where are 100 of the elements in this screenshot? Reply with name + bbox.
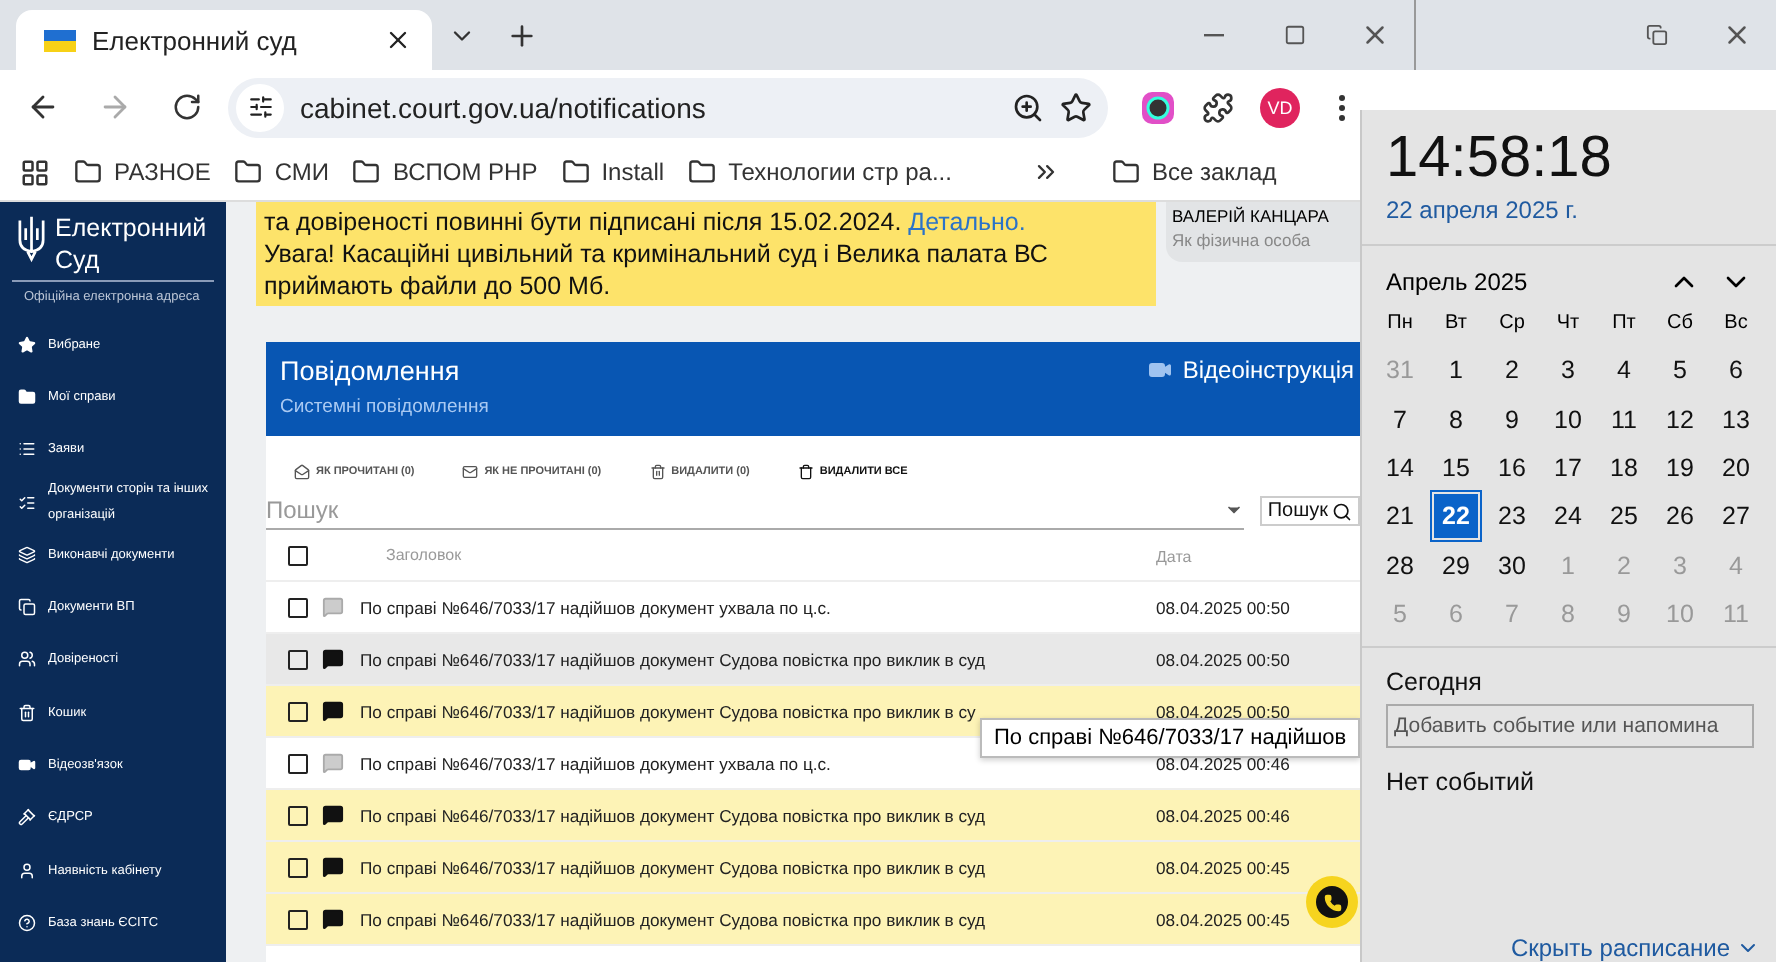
- extension-icon[interactable]: [1140, 89, 1176, 125]
- calendar-day[interactable]: 16: [1490, 445, 1534, 490]
- bookmark-folder[interactable]: Технологии стр ра...: [688, 158, 952, 186]
- folder-icon: [352, 158, 381, 186]
- row-checkbox[interactable]: [288, 753, 308, 773]
- notification-title: По справі №646/7033/17 надійшов документ Судова повістка про виклик в суд: [360, 805, 986, 825]
- notification-row[interactable]: По справі №646/7033/17 надійшов документ Судова повістка про виклик в суд 08.04.2025 00:46: [266, 790, 1360, 842]
- notification-date: 08.04.2025 00:50: [1156, 649, 1292, 669]
- address-bar[interactable]: cabinet.court.gov.ua/notifications: [228, 77, 1108, 137]
- warning-text: Увага! Касаційні цивільний та кримінальний суд і Велика палата ВС приймають файли до 500 Мб.: [264, 238, 1050, 302]
- calendar-day[interactable]: 19: [1658, 445, 1702, 490]
- bookmark-folder[interactable]: Install: [561, 158, 665, 186]
- notification-title: По справі №646/7033/17 надійшов документ Судова повістка про виклик в суд: [360, 909, 986, 929]
- calendar-day[interactable]: 21: [1378, 494, 1422, 539]
- notification-title: По справі №646/7033/17 надійшов документ ухвала по ц.с.: [360, 753, 831, 773]
- panel-subtitle: Системні повідомлення: [280, 396, 489, 418]
- gavel-icon: [18, 808, 36, 827]
- bookmark-star-icon: [1060, 91, 1092, 123]
- calendar-day[interactable]: 9: [1490, 397, 1534, 442]
- calendar-day[interactable]: 11: [1602, 397, 1646, 442]
- calendar-day[interactable]: 26: [1658, 494, 1702, 539]
- maximize-icon: [1283, 24, 1305, 46]
- plus-icon: [506, 19, 538, 51]
- star-icon: [18, 335, 36, 354]
- calendar-day[interactable]: 5: [1658, 348, 1702, 393]
- layers-icon: [18, 545, 36, 564]
- search-icon: [1332, 501, 1352, 521]
- profile-avatar[interactable]: VD: [1260, 87, 1300, 127]
- calendar-day[interactable]: 27: [1714, 494, 1758, 539]
- calendar-day[interactable]: 20: [1714, 445, 1758, 490]
- calendar-day[interactable]: 8: [1434, 397, 1478, 442]
- today-label: Сегодня: [1386, 668, 1484, 697]
- calendar-day[interactable]: 2: [1490, 348, 1534, 393]
- calendar-day[interactable]: 10: [1546, 397, 1590, 442]
- weekday-label: Чт: [1556, 310, 1580, 338]
- reload-icon: [171, 92, 201, 122]
- notification-date: 08.04.2025 00:46: [1156, 805, 1292, 825]
- title-tooltip: По справі №646/7033/17 надійшов: [980, 718, 1360, 758]
- bookmark-folder[interactable]: Все заклад: [1111, 158, 1277, 186]
- month-title[interactable]: Апрель 2025: [1386, 268, 1528, 296]
- row-checkbox[interactable]: [288, 701, 308, 721]
- weekday-label: Ср: [1499, 310, 1525, 338]
- folder-icon: [561, 158, 590, 186]
- calendar-day[interactable]: 13: [1714, 397, 1758, 442]
- notification-row[interactable]: По справі №646/7033/17 надійшов документ Судова повістка про виклик в суд 08.04.2025 00:50: [266, 634, 1360, 686]
- no-events-text: Нет событий: [1386, 768, 1536, 797]
- notification-row[interactable]: По справі №646/7033/17 надійшов документ Судова повістка про виклик в суд 08.04.2025 00:45: [266, 842, 1360, 894]
- select-all-checkbox[interactable]: [288, 545, 308, 565]
- calendar-day[interactable]: 23: [1490, 494, 1534, 539]
- video-instruction-link[interactable]: Відеоінструкція: [1148, 356, 1354, 384]
- open-envelope-icon: [294, 464, 310, 480]
- notification-title: По справі №646/7033/17 надійшов документ ухвала по ц.с.: [360, 597, 831, 617]
- row-checkbox[interactable]: [288, 805, 308, 825]
- current-date-link[interactable]: 22 апреля 2025 г.: [1362, 192, 1776, 246]
- trash-icon: [797, 464, 814, 480]
- calendar-day[interactable]: 12: [1658, 397, 1702, 442]
- calendar-day[interactable]: 1: [1434, 348, 1478, 393]
- row-checkbox[interactable]: [288, 909, 308, 929]
- bookmark-folder[interactable]: ВСПОМ PHP: [352, 158, 538, 186]
- list-icon: [18, 440, 36, 459]
- calendar-day[interactable]: 3: [1546, 348, 1590, 393]
- hide-schedule-link[interactable]: Скрыть расписание: [1510, 934, 1776, 962]
- person-icon: [18, 861, 36, 880]
- calendar-day[interactable]: 22: [1434, 494, 1478, 539]
- calendar-day[interactable]: 29: [1434, 543, 1478, 588]
- calendar-day[interactable]: 15: [1434, 445, 1478, 490]
- envelope-icon: [462, 464, 479, 480]
- zoom-icon: [1012, 91, 1044, 123]
- weekday-label: Пн: [1387, 310, 1413, 338]
- folder-icon: [18, 387, 36, 406]
- restore-icon: [1645, 24, 1667, 46]
- row-checkbox[interactable]: [288, 649, 308, 669]
- bookmark-folder[interactable]: СМИ: [234, 158, 329, 186]
- user-card[interactable]: ВАЛЕРІЙ КАНЦАРА Як фізична особа: [1166, 202, 1360, 262]
- search-button[interactable]: Пошук: [1259, 496, 1360, 526]
- event-input[interactable]: Добавить событие или напомина: [1386, 704, 1754, 749]
- calendar-day[interactable]: 6: [1714, 348, 1758, 393]
- pages-icon: [18, 598, 36, 617]
- trident-icon: [16, 212, 48, 264]
- calendar-day[interactable]: 4: [1602, 348, 1646, 393]
- row-checkbox[interactable]: [288, 857, 308, 877]
- site-settings-button[interactable]: [236, 83, 284, 131]
- browser-tab[interactable]: Електронний суд: [16, 10, 432, 70]
- folder-icon: [688, 158, 717, 186]
- row-checkbox[interactable]: [288, 597, 308, 617]
- calendar-day[interactable]: 14: [1378, 445, 1422, 490]
- calendar-day[interactable]: 17: [1546, 445, 1590, 490]
- minimize-icon: [1204, 33, 1224, 37]
- calendar-day[interactable]: 28: [1378, 543, 1422, 588]
- people-icon: [18, 650, 36, 669]
- calendar-day[interactable]: 24: [1546, 494, 1590, 539]
- calendar-day[interactable]: 7: [1378, 397, 1422, 442]
- calendar-day[interactable]: 25: [1602, 494, 1646, 539]
- notification-row[interactable]: По справі №646/7033/17 надійшов документ Судова повістка про виклик в суд 08.04.2025 00:45: [266, 894, 1360, 946]
- bookmark-folder[interactable]: РАЗНОЕ: [74, 158, 211, 186]
- notification-title: По справі №646/7033/17 надійшов документ Судова повістка про виклик в суд: [360, 857, 986, 877]
- calendar-day[interactable]: 30: [1490, 543, 1534, 588]
- notification-date: 08.04.2025 00:45: [1156, 857, 1292, 877]
- calendar-day[interactable]: 18: [1602, 445, 1646, 490]
- details-link[interactable]: Детально.: [908, 208, 1026, 236]
